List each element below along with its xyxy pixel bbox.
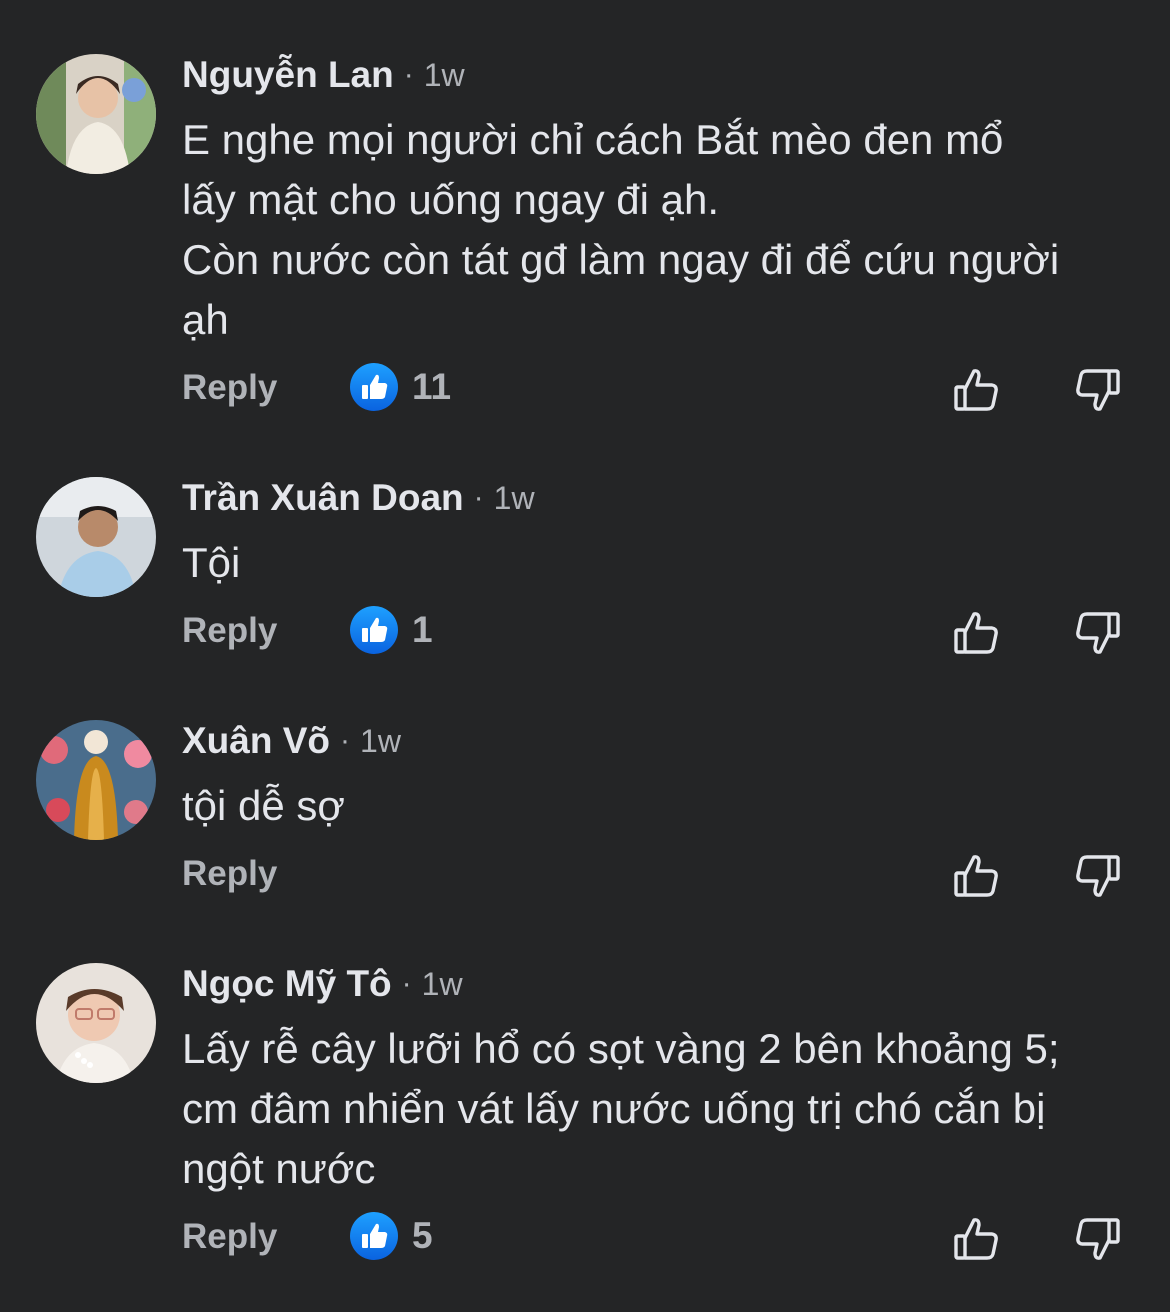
comment-author[interactable]: Ngọc Mỹ Tô: [182, 963, 392, 1005]
reaction-summary[interactable]: 11: [350, 363, 451, 411]
like-thumb-icon: [350, 1212, 398, 1260]
reply-button[interactable]: Reply: [182, 1217, 277, 1257]
like-count: 11: [412, 366, 452, 407]
avatar[interactable]: [36, 54, 156, 174]
comment-text: E nghe mọi người chỉ cách Bắt mèo đen mổ…: [182, 116, 1060, 343]
comment-author[interactable]: Nguyễn Lan: [182, 54, 394, 96]
comment-text: tội dễ sợ: [182, 782, 345, 829]
comment-timestamp[interactable]: 1w: [360, 723, 401, 760]
comment-timestamp[interactable]: 1w: [424, 57, 465, 94]
upvote-icon[interactable]: [946, 360, 1006, 420]
like-count: 5: [412, 1215, 433, 1256]
downvote-icon[interactable]: [1068, 360, 1128, 420]
reply-button[interactable]: Reply: [182, 611, 277, 651]
downvote-icon[interactable]: [1068, 846, 1128, 906]
separator-dot: ·: [473, 481, 484, 514]
upvote-icon[interactable]: [946, 846, 1006, 906]
upvote-icon[interactable]: [946, 1209, 1006, 1269]
like-count: 1: [412, 609, 433, 650]
reply-button[interactable]: Reply: [182, 368, 277, 408]
avatar[interactable]: [36, 963, 156, 1083]
like-thumb-icon: [350, 606, 398, 654]
separator-dot: ·: [403, 58, 414, 91]
reaction-summary[interactable]: 1: [350, 606, 433, 654]
comment-text: Lấy rễ cây lưỡi hổ có sọt vàng 2 bên kho…: [182, 1025, 1060, 1192]
comment-timestamp[interactable]: 1w: [494, 480, 535, 517]
separator-dot: ·: [340, 724, 351, 757]
reaction-summary[interactable]: 5: [350, 1212, 433, 1260]
reply-button[interactable]: Reply: [182, 854, 277, 894]
like-thumb-icon: [350, 363, 398, 411]
separator-dot: ·: [401, 967, 412, 1000]
avatar[interactable]: [36, 720, 156, 840]
comment-text: Tội: [182, 539, 241, 586]
avatar[interactable]: [36, 477, 156, 597]
comment-author[interactable]: Trần Xuân Doan: [182, 477, 464, 519]
comment-timestamp[interactable]: 1w: [422, 966, 463, 1003]
downvote-icon[interactable]: [1068, 603, 1128, 663]
downvote-icon[interactable]: [1068, 1209, 1128, 1269]
comment-author[interactable]: Xuân Võ: [182, 720, 330, 762]
upvote-icon[interactable]: [946, 603, 1006, 663]
